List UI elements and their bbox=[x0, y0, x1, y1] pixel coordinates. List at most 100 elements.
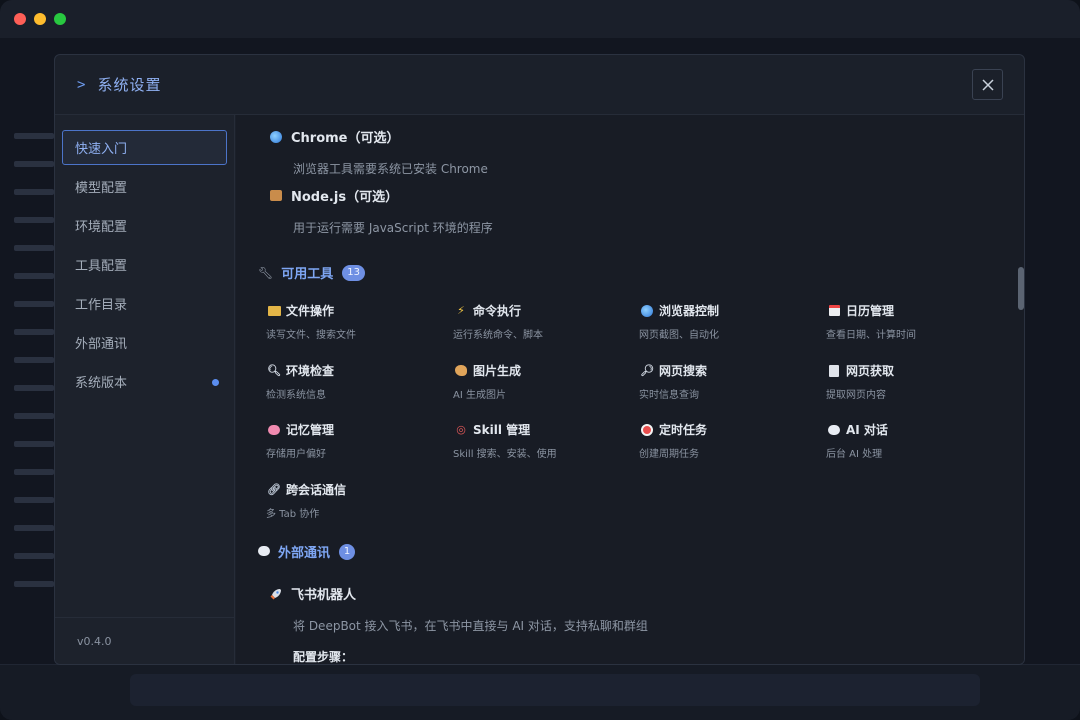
palette-icon bbox=[453, 365, 469, 376]
tool-command-exec[interactable]: ⚡︎ 命令执行 运行系统命令、脚本 bbox=[453, 302, 623, 341]
globe-icon bbox=[268, 129, 284, 145]
close-icon bbox=[981, 78, 994, 91]
tool-desc: 检测系统信息 bbox=[266, 390, 326, 401]
dependency-nodejs: Node.js（可选） 用于运行需要 JavaScript 环境的程序 bbox=[268, 186, 493, 236]
lightning-icon: ⚡︎ bbox=[457, 304, 465, 317]
rocket-icon bbox=[268, 586, 284, 602]
sidebar-item-label: 工具配置 bbox=[75, 259, 128, 274]
background-sidebar bbox=[14, 133, 54, 653]
tool-name: 网页获取 bbox=[846, 364, 895, 378]
sidebar-item-label: 环境配置 bbox=[75, 220, 128, 235]
tool-desc: 查看日期、计算时间 bbox=[826, 330, 916, 341]
comms-count-badge: 1 bbox=[339, 543, 356, 560]
tool-env-check[interactable]: 🔍︎ 环境检查 检测系统信息 bbox=[266, 362, 436, 401]
tool-name: 文件操作 bbox=[286, 304, 335, 318]
dependency-title: Node.js（可选） bbox=[291, 190, 399, 205]
folder-icon bbox=[266, 305, 282, 316]
section-title: 外部通讯 bbox=[278, 546, 331, 561]
modal-title: 系统设置 bbox=[97, 76, 162, 94]
tool-desc: 网页截图、自动化 bbox=[639, 330, 719, 341]
tool-skill[interactable]: ◎ Skill 管理 Skill 搜索、安装、使用 bbox=[453, 421, 623, 460]
tool-cross-session[interactable]: 🔗︎ 跨会话通信 多 Tab 协作 bbox=[266, 481, 436, 520]
tools-count-badge: 13 bbox=[342, 264, 365, 281]
tool-name: 记忆管理 bbox=[286, 423, 335, 437]
tool-name: 日历管理 bbox=[846, 304, 895, 318]
tool-desc: 读写文件、搜索文件 bbox=[266, 330, 356, 341]
tool-desc: 多 Tab 协作 bbox=[266, 509, 320, 520]
target-icon: ◎ bbox=[456, 423, 466, 436]
tool-web-fetch[interactable]: 网页获取 提取网页内容 bbox=[826, 362, 996, 401]
tool-memory[interactable]: 记忆管理 存储用户偏好 bbox=[266, 421, 436, 460]
zoom-window-button[interactable] bbox=[54, 13, 66, 25]
sidebar-item-quick-start[interactable]: 快速入门 bbox=[62, 130, 227, 165]
sidebar-item-tool-config[interactable]: 工具配置 bbox=[62, 247, 227, 282]
feishu-bot-card: 飞书机器人 将 DeepBot 接入飞书，在飞书中直接与 AI 对话，支持私聊和… bbox=[268, 584, 648, 664]
speech-bubble-icon bbox=[258, 545, 270, 559]
globe-icon bbox=[639, 304, 655, 317]
config-steps-label: 配置步骤： bbox=[293, 650, 354, 664]
tool-name: 环境检查 bbox=[286, 364, 335, 378]
feishu-desc: 将 DeepBot 接入飞书，在飞书中直接与 AI 对话，支持私聊和群组 bbox=[293, 619, 648, 633]
tool-name: 跨会话通信 bbox=[286, 483, 347, 497]
feishu-title: 飞书机器人 bbox=[291, 588, 357, 603]
tool-file-ops[interactable]: 文件操作 读写文件、搜索文件 bbox=[266, 302, 436, 341]
chevron-right-icon: > bbox=[77, 76, 86, 93]
tool-name: 网页搜索 bbox=[659, 364, 708, 378]
tool-name: Skill 管理 bbox=[473, 423, 531, 437]
background-input-bar bbox=[0, 664, 1080, 720]
magnifier-icon: 🔍︎ bbox=[267, 364, 281, 377]
tool-desc: 提取网页内容 bbox=[826, 390, 886, 401]
sidebar-item-work-dir[interactable]: 工作目录 bbox=[62, 286, 227, 321]
close-modal-button[interactable] bbox=[972, 69, 1003, 100]
dependency-title: Chrome（可选） bbox=[291, 131, 400, 146]
background-input bbox=[130, 674, 980, 706]
tool-scheduled-task[interactable]: 定时任务 创建周期任务 bbox=[639, 421, 809, 460]
tool-name: 定时任务 bbox=[659, 423, 708, 437]
dependency-desc: 用于运行需要 JavaScript 环境的程序 bbox=[293, 221, 493, 235]
speech-bubble-icon bbox=[826, 424, 842, 435]
link-icon: 🔗︎ bbox=[267, 483, 281, 496]
wrench-icon: 🔧︎ bbox=[258, 265, 274, 280]
tool-web-search[interactable]: 🔎︎ 网页搜索 实时信息查询 bbox=[639, 362, 809, 401]
settings-content: Chrome（可选） 浏览器工具需要系统已安装 Chrome Node.js（可… bbox=[236, 115, 1024, 664]
sidebar-item-model-config[interactable]: 模型配置 bbox=[62, 169, 227, 204]
tool-image-gen[interactable]: 图片生成 AI 生成图片 bbox=[453, 362, 623, 401]
tool-desc: 运行系统命令、脚本 bbox=[453, 330, 543, 341]
version-label: v0.4.0 bbox=[55, 617, 234, 664]
sidebar-item-label: 外部通讯 bbox=[75, 337, 128, 352]
close-window-button[interactable] bbox=[14, 13, 26, 25]
sidebar-item-external-comms[interactable]: 外部通讯 bbox=[62, 325, 227, 360]
tool-browser-control[interactable]: 浏览器控制 网页截图、自动化 bbox=[639, 302, 809, 341]
tool-ai-chat[interactable]: AI 对话 后台 AI 处理 bbox=[826, 421, 996, 460]
tool-name: 浏览器控制 bbox=[659, 304, 720, 318]
settings-sidebar: 快速入门 模型配置 环境配置 工具配置 工作目录 外部通讯 系统版本 v0.4.… bbox=[55, 115, 235, 664]
sidebar-item-label: 快速入门 bbox=[75, 142, 128, 157]
tool-desc: AI 生成图片 bbox=[453, 390, 506, 401]
scrollbar[interactable] bbox=[1018, 267, 1024, 310]
tool-desc: Skill 搜索、安装、使用 bbox=[453, 449, 557, 460]
tool-desc: 后台 AI 处理 bbox=[826, 449, 883, 460]
section-title: 可用工具 bbox=[281, 267, 334, 282]
sidebar-item-label: 系统版本 bbox=[75, 376, 128, 391]
update-dot bbox=[212, 379, 219, 386]
sidebar-item-env-config[interactable]: 环境配置 bbox=[62, 208, 227, 243]
dependency-desc: 浏览器工具需要系统已安装 Chrome bbox=[293, 162, 488, 176]
package-icon bbox=[268, 188, 284, 204]
alarm-clock-icon bbox=[639, 423, 655, 436]
tool-calendar[interactable]: 日历管理 查看日期、计算时间 bbox=[826, 302, 996, 341]
tool-desc: 存储用户偏好 bbox=[266, 449, 326, 460]
sidebar-item-label: 工作目录 bbox=[75, 298, 128, 313]
settings-modal: > 系统设置 快速入门 模型配置 环境配置 工具配置 工作目录 外部通讯 系统版 bbox=[54, 54, 1025, 665]
magnifier-right-icon: 🔎︎ bbox=[640, 364, 654, 377]
tool-desc: 创建周期任务 bbox=[639, 449, 699, 460]
window-controls bbox=[14, 13, 66, 25]
document-icon bbox=[826, 364, 842, 377]
dependency-chrome: Chrome（可选） 浏览器工具需要系统已安装 Chrome bbox=[268, 127, 488, 177]
sidebar-item-label: 模型配置 bbox=[75, 181, 128, 196]
brain-icon bbox=[266, 424, 282, 435]
minimize-window-button[interactable] bbox=[34, 13, 46, 25]
tool-name: 命令执行 bbox=[473, 304, 522, 318]
sidebar-item-system-version[interactable]: 系统版本 bbox=[62, 364, 227, 399]
modal-header: > 系统设置 bbox=[55, 55, 1024, 115]
tool-desc: 实时信息查询 bbox=[639, 390, 699, 401]
